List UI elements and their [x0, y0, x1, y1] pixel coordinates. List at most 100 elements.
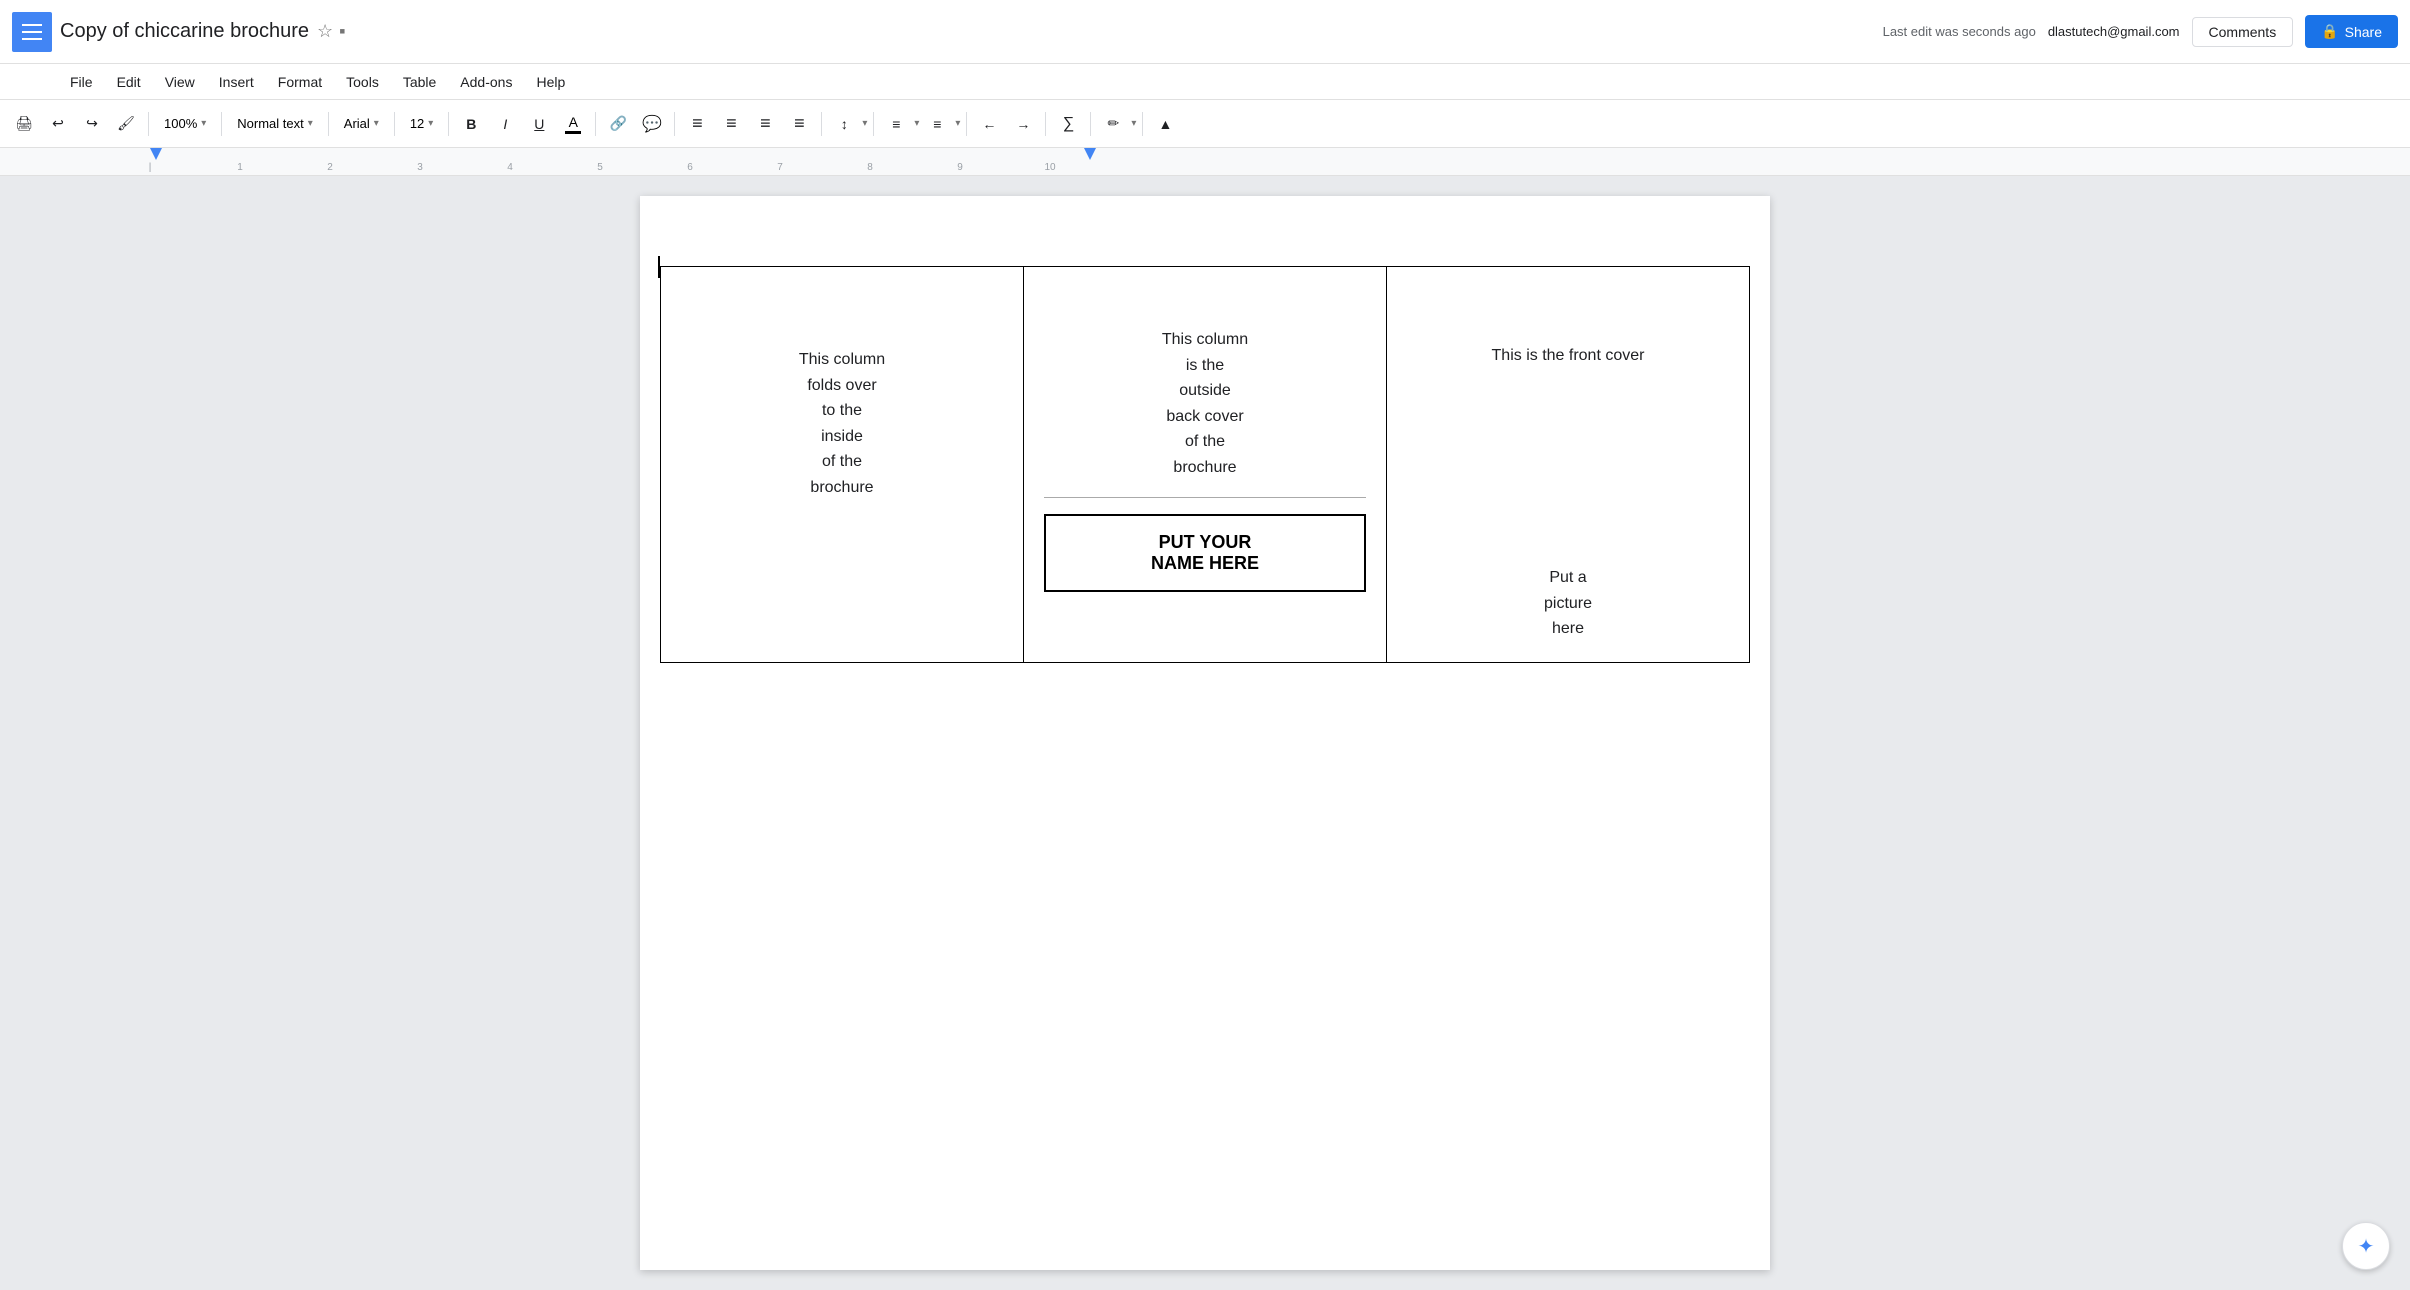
doc-title-area: Copy of chiccarine brochure ☆ ▪ [60, 20, 1883, 43]
italic-button[interactable]: I [489, 108, 521, 140]
ruler-inner: | 1 2 3 4 5 6 7 8 9 10 [60, 148, 2350, 175]
link-button[interactable]: 🔗 [602, 108, 634, 140]
ruler-mark-10: 10 [1044, 162, 1055, 173]
share-button[interactable]: 🔒 Share [2305, 15, 2398, 48]
collapse-toolbar-button[interactable]: ▲ [1149, 108, 1181, 140]
toolbar-divider-4 [394, 112, 395, 136]
menu-tools[interactable]: Tools [336, 70, 389, 94]
line-spacing-arrow: ▾ [862, 118, 867, 129]
col2-name-text: PUT YOURNAME HERE [1151, 532, 1259, 573]
pen-button[interactable]: ✏ [1097, 108, 1129, 140]
menu-help[interactable]: Help [526, 70, 575, 94]
bold-button[interactable]: B [455, 108, 487, 140]
style-arrow: ▾ [308, 118, 313, 129]
col3-picture-text: Put apicturehere [1407, 565, 1729, 642]
ruler-mark-3: 3 [417, 162, 423, 173]
ruler-right-marker[interactable] [1084, 148, 1096, 160]
star-icon[interactable]: ☆ [317, 21, 333, 42]
ruler-mark-1: 1 [237, 162, 243, 173]
bullet-list-button[interactable]: ≡ [921, 108, 953, 140]
menu-view[interactable]: View [155, 70, 205, 94]
user-email[interactable]: dlastutech@gmail.com [2048, 24, 2180, 39]
brochure-col3[interactable]: This is the front cover Put apicturehere [1387, 267, 1750, 663]
ruler-left-marker[interactable] [150, 148, 162, 160]
text-cursor [658, 256, 660, 278]
ruler-mark-4: 4 [507, 162, 513, 173]
font-select[interactable]: Arial ▾ [335, 108, 388, 140]
font-value: Arial [344, 116, 370, 131]
menu-file[interactable]: File [60, 70, 103, 94]
ruler-mark-6: 6 [687, 162, 693, 173]
align-center-button[interactable]: ≡ [715, 108, 747, 140]
content-area[interactable]: This columnfolds overto theinsideof theb… [0, 176, 2410, 1290]
toolbar-divider-3 [328, 112, 329, 136]
ruler-mark-0: | [149, 162, 152, 173]
toolbar-divider-2 [221, 112, 222, 136]
ruler: | 1 2 3 4 5 6 7 8 9 10 [0, 148, 2410, 176]
toolbar-divider-6 [595, 112, 596, 136]
style-select[interactable]: Normal text ▾ [228, 108, 322, 140]
font-color-bar [565, 131, 581, 134]
toolbar-divider-8 [821, 112, 822, 136]
ruler-mark-5: 5 [597, 162, 603, 173]
menu-bar: File Edit View Insert Format Tools Table… [0, 64, 2410, 100]
comments-button[interactable]: Comments [2192, 17, 2294, 47]
underline-button[interactable]: U [523, 108, 555, 140]
brochure-col2[interactable]: This columnis theoutsideback coverof the… [1024, 267, 1387, 663]
line-spacing-button[interactable]: ↕ [828, 108, 860, 140]
font-size-select[interactable]: 12 ▾ [401, 108, 443, 140]
font-color-button[interactable]: A [557, 108, 589, 140]
paint-format-button[interactable]: 🖌 [110, 108, 142, 140]
redo-button[interactable]: ↪ [76, 108, 108, 140]
font-size-arrow: ▾ [428, 118, 433, 129]
toolbar-divider-7 [674, 112, 675, 136]
menu-format[interactable]: Format [268, 70, 332, 94]
menu-addons[interactable]: Add-ons [450, 70, 522, 94]
toolbar: 🖨 ↩ ↪ 🖌 100% ▾ Normal text ▾ Arial ▾ 12 … [0, 100, 2410, 148]
ruler-mark-9: 9 [957, 162, 963, 173]
menu-edit[interactable]: Edit [107, 70, 151, 94]
align-left-button[interactable]: ≡ [681, 108, 713, 140]
numbered-list-button[interactable]: ≡ [880, 108, 912, 140]
toolbar-divider-12 [1090, 112, 1091, 136]
font-color-label: A [569, 114, 578, 130]
align-justify-button[interactable]: ≡ [783, 108, 815, 140]
share-label: Share [2345, 24, 2382, 40]
indent-more-button[interactable]: → [1007, 108, 1039, 140]
toolbar-divider-13 [1142, 112, 1143, 136]
print-button[interactable]: 🖨 [8, 108, 40, 140]
col1-text: This columnfolds overto theinsideof theb… [681, 347, 1003, 501]
brochure-col1[interactable]: This columnfolds overto theinsideof theb… [661, 267, 1024, 663]
toolbar-divider-1 [148, 112, 149, 136]
indent-less-button[interactable]: ← [973, 108, 1005, 140]
zoom-arrow: ▾ [201, 118, 206, 129]
zoom-value: 100% [164, 116, 197, 131]
ruler-mark-8: 8 [867, 162, 873, 173]
folder-icon[interactable]: ▪ [339, 21, 345, 42]
undo-button[interactable]: ↩ [42, 108, 74, 140]
comment-button[interactable]: 💬 [636, 108, 668, 140]
menu-table[interactable]: Table [393, 70, 446, 94]
top-bar: Copy of chiccarine brochure ☆ ▪ Last edi… [0, 0, 2410, 64]
zoom-select[interactable]: 100% ▾ [155, 108, 215, 140]
font-arrow: ▾ [374, 118, 379, 129]
toolbar-divider-11 [1045, 112, 1046, 136]
app-menu-button[interactable] [12, 12, 52, 52]
top-right-area: Last edit was seconds ago dlastutech@gma… [1883, 15, 2398, 48]
col2-top-text: This columnis theoutsideback coverof the… [1044, 327, 1366, 481]
list-arrow-2: ▾ [955, 118, 960, 129]
menu-insert[interactable]: Insert [209, 70, 264, 94]
toolbar-divider-10 [966, 112, 967, 136]
align-right-button[interactable]: ≡ [749, 108, 781, 140]
toolbar-divider-9 [873, 112, 874, 136]
document-page: This columnfolds overto theinsideof theb… [640, 196, 1770, 1270]
formula-button[interactable]: ∑ [1052, 108, 1084, 140]
toolbar-divider-5 [448, 112, 449, 136]
brochure-table: This columnfolds overto theinsideof theb… [660, 266, 1750, 663]
style-value: Normal text [237, 116, 303, 131]
ai-button[interactable]: ✦ [2342, 1222, 2390, 1270]
ruler-mark-7: 7 [777, 162, 783, 173]
col2-name-box[interactable]: PUT YOURNAME HERE [1044, 514, 1366, 592]
font-size-value: 12 [410, 116, 424, 131]
doc-title[interactable]: Copy of chiccarine brochure [60, 20, 309, 43]
